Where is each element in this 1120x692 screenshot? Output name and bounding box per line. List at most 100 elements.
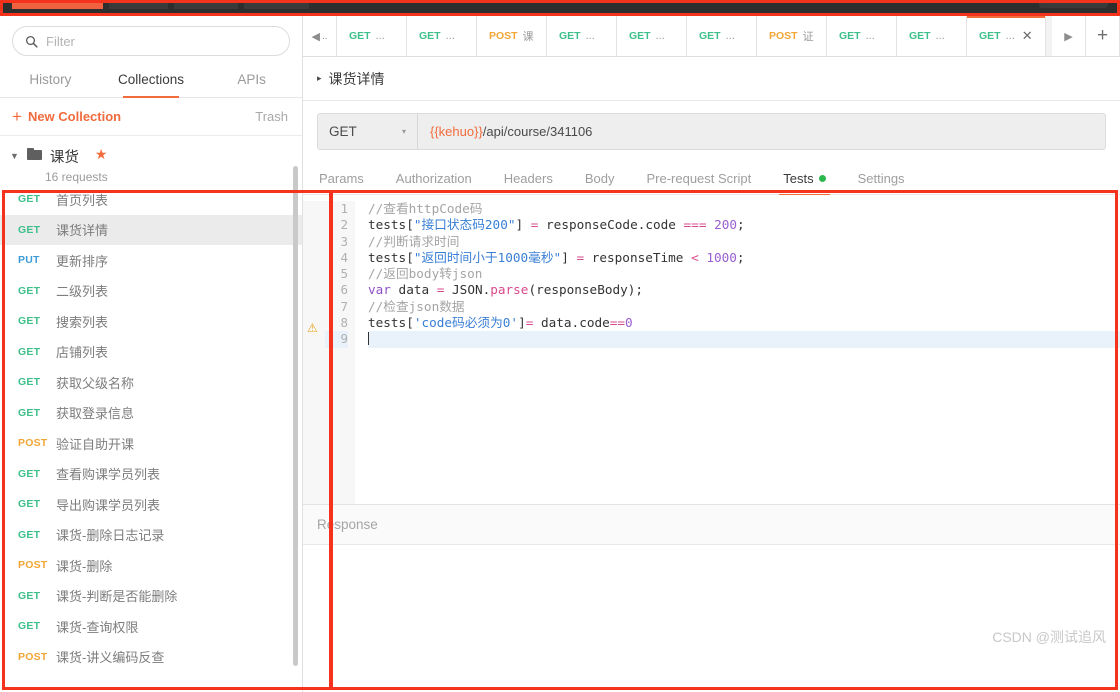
filter-box[interactable] xyxy=(12,26,290,56)
sidebar-scrollbar[interactable] xyxy=(293,166,298,666)
request-name: 搜索列表 xyxy=(56,314,109,330)
request-tab[interactable]: GET... ✕ xyxy=(967,16,1046,56)
request-list-item[interactable]: PUT 更新排序 xyxy=(0,245,302,276)
code-line: //返回body转json xyxy=(368,266,483,282)
search-input[interactable] xyxy=(46,33,277,49)
request-list-item[interactable]: GET 店铺列表 xyxy=(0,337,302,368)
app-tab-import[interactable]: Import xyxy=(108,0,168,9)
request-tab[interactable]: POST 课 xyxy=(477,16,547,56)
app-tab-runner[interactable]: ▦ Runner ▾ xyxy=(12,0,103,9)
trash-button[interactable]: Trash xyxy=(255,109,288,124)
close-icon[interactable]: ✕ xyxy=(1022,28,1033,44)
request-list-item[interactable]: GET 首页列表 xyxy=(0,184,302,215)
request-tab[interactable]: GET... xyxy=(407,16,477,56)
request-method-badge: GET xyxy=(18,498,41,511)
request-tab[interactable]: GET... xyxy=(897,16,967,56)
section-tab-params[interactable]: Params xyxy=(317,162,380,195)
request-tab-method: GET xyxy=(419,30,441,42)
request-tab[interactable]: GET... xyxy=(337,16,407,56)
line-number: 1 xyxy=(340,201,348,216)
request-name: 课货详情 xyxy=(56,223,109,239)
tests-active-dot-icon xyxy=(818,174,826,182)
new-request-tab-button[interactable]: + xyxy=(1086,16,1120,56)
request-list-item[interactable]: GET 课货-判断是否能删除 xyxy=(0,581,302,612)
url-path: /api/course/341106 xyxy=(482,124,593,139)
collection-header[interactable]: ▼ 课货 ★ xyxy=(0,136,302,173)
request-tab[interactable]: GET... xyxy=(547,16,617,56)
section-tab-authorization[interactable]: Authorization xyxy=(380,162,488,195)
request-name: 更新排序 xyxy=(56,253,109,269)
request-tab-method: POST xyxy=(489,30,518,42)
section-tab-label: Tests xyxy=(783,170,814,186)
sidebar: History Collections APIs + New Collectio… xyxy=(0,16,303,692)
star-icon[interactable]: ★ xyxy=(95,146,108,163)
request-tab[interactable]: GET... xyxy=(617,16,687,56)
request-method-badge: GET xyxy=(18,589,41,602)
request-tab-title: ... xyxy=(1005,30,1015,42)
request-list-item[interactable]: POST 课货-删除 xyxy=(0,550,302,581)
request-list-item[interactable]: GET 获取父级名称 xyxy=(0,367,302,398)
app-tab-open[interactable]: Open ▾ xyxy=(243,0,309,9)
tabs-scroll-right-button[interactable]: ▶ xyxy=(1052,16,1086,56)
request-tab[interactable]: POST 证 xyxy=(757,16,827,56)
section-tab-pre-request-script[interactable]: Pre-request Script xyxy=(630,162,767,195)
chevron-down-icon: ▾ xyxy=(401,127,406,136)
request-list-item[interactable]: POST 验证自助开课 xyxy=(0,428,302,459)
request-tab[interactable]: GET... xyxy=(827,16,897,56)
tab-apis[interactable]: APIs xyxy=(201,62,302,97)
request-list-item[interactable]: GET 获取登录信息 xyxy=(0,398,302,429)
collection-name: 课货 xyxy=(49,150,79,166)
workspace-selector[interactable]: My Workspace ▾ xyxy=(925,0,1025,3)
request-tab-title: ... xyxy=(375,30,385,42)
request-list-item[interactable]: GET 查看购课学员列表 xyxy=(0,459,302,490)
app-tab-runner-2[interactable]: Runner xyxy=(173,0,238,9)
section-tab-settings[interactable]: Settings xyxy=(842,162,921,195)
request-list-item[interactable]: POST 课货-讲义编码反查 xyxy=(0,642,302,673)
request-method-badge: GET xyxy=(18,528,41,541)
tab-collections[interactable]: Collections xyxy=(101,62,202,98)
url-input[interactable]: {{kehuo}}/api/course/341106 xyxy=(417,113,1106,150)
request-list-item[interactable]: GET 二级列表 xyxy=(0,276,302,307)
chevron-down-icon: ▾ xyxy=(291,0,295,1)
chevron-left-icon: ◀ xyxy=(311,30,320,43)
collection-actions: + New Collection Trash xyxy=(0,98,302,136)
tabs-scroll-left-button[interactable]: ◀ .. xyxy=(303,16,337,56)
section-tab-label: Params xyxy=(319,170,364,186)
request-name: 课货-删除日志记录 xyxy=(56,528,165,544)
request-list-item[interactable]: GET 导出购课学员列表 xyxy=(0,489,302,520)
editor-warning-gutter: ⚠ xyxy=(303,201,325,504)
tab-history[interactable]: History xyxy=(0,62,101,97)
chevron-down-icon[interactable]: ▼ xyxy=(10,151,19,161)
request-list-item[interactable]: GET 课货-查询权限 xyxy=(0,611,302,642)
invite-button[interactable]: 👥 Invite xyxy=(1039,0,1108,8)
request-list-item[interactable]: GET 搜索列表 xyxy=(0,306,302,337)
tests-code-editor[interactable]: ⚠ 123456789 //查看httpCode码 tests["接口状态码200… xyxy=(303,195,1120,505)
request-tab-method: GET xyxy=(559,30,581,42)
request-method-badge: GET xyxy=(18,193,41,206)
url-variable: {{kehuo}} xyxy=(430,124,483,139)
url-row: GET ▾ {{kehuo}}/api/course/341106 xyxy=(303,101,1120,162)
page-title: 课货详情 xyxy=(328,70,385,87)
section-tab-label: Settings xyxy=(857,170,905,186)
workspace-label: My Workspace xyxy=(941,0,1014,2)
request-tab-method: GET xyxy=(349,30,371,42)
new-collection-label: New Collection xyxy=(27,109,122,124)
request-list-item[interactable]: GET 课货详情 xyxy=(0,214,302,245)
section-tab-body[interactable]: Body xyxy=(569,162,631,195)
request-name: 获取登录信息 xyxy=(56,406,135,422)
editor-code-area[interactable]: //查看httpCode码 tests["接口状态码200"] = respons… xyxy=(355,201,1120,504)
request-method-badge: GET xyxy=(18,467,41,480)
new-collection-button[interactable]: + New Collection xyxy=(12,108,121,125)
request-tab[interactable]: GET... xyxy=(687,16,757,56)
request-method-badge: GET xyxy=(18,315,41,328)
request-list-item[interactable]: GET 课货-删除日志记录 xyxy=(0,520,302,551)
app-tab-label: Open xyxy=(258,0,285,2)
request-method-badge: POST xyxy=(18,437,48,450)
section-tab-tests[interactable]: Tests xyxy=(767,162,841,196)
section-tab-headers[interactable]: Headers xyxy=(488,162,569,195)
plus-icon: + xyxy=(12,107,22,126)
method-select[interactable]: GET ▾ xyxy=(317,113,417,150)
expand-triangle-icon[interactable]: ▸ xyxy=(317,73,322,84)
search-icon xyxy=(25,35,38,48)
code-line: //判断请求时间 xyxy=(368,233,460,249)
